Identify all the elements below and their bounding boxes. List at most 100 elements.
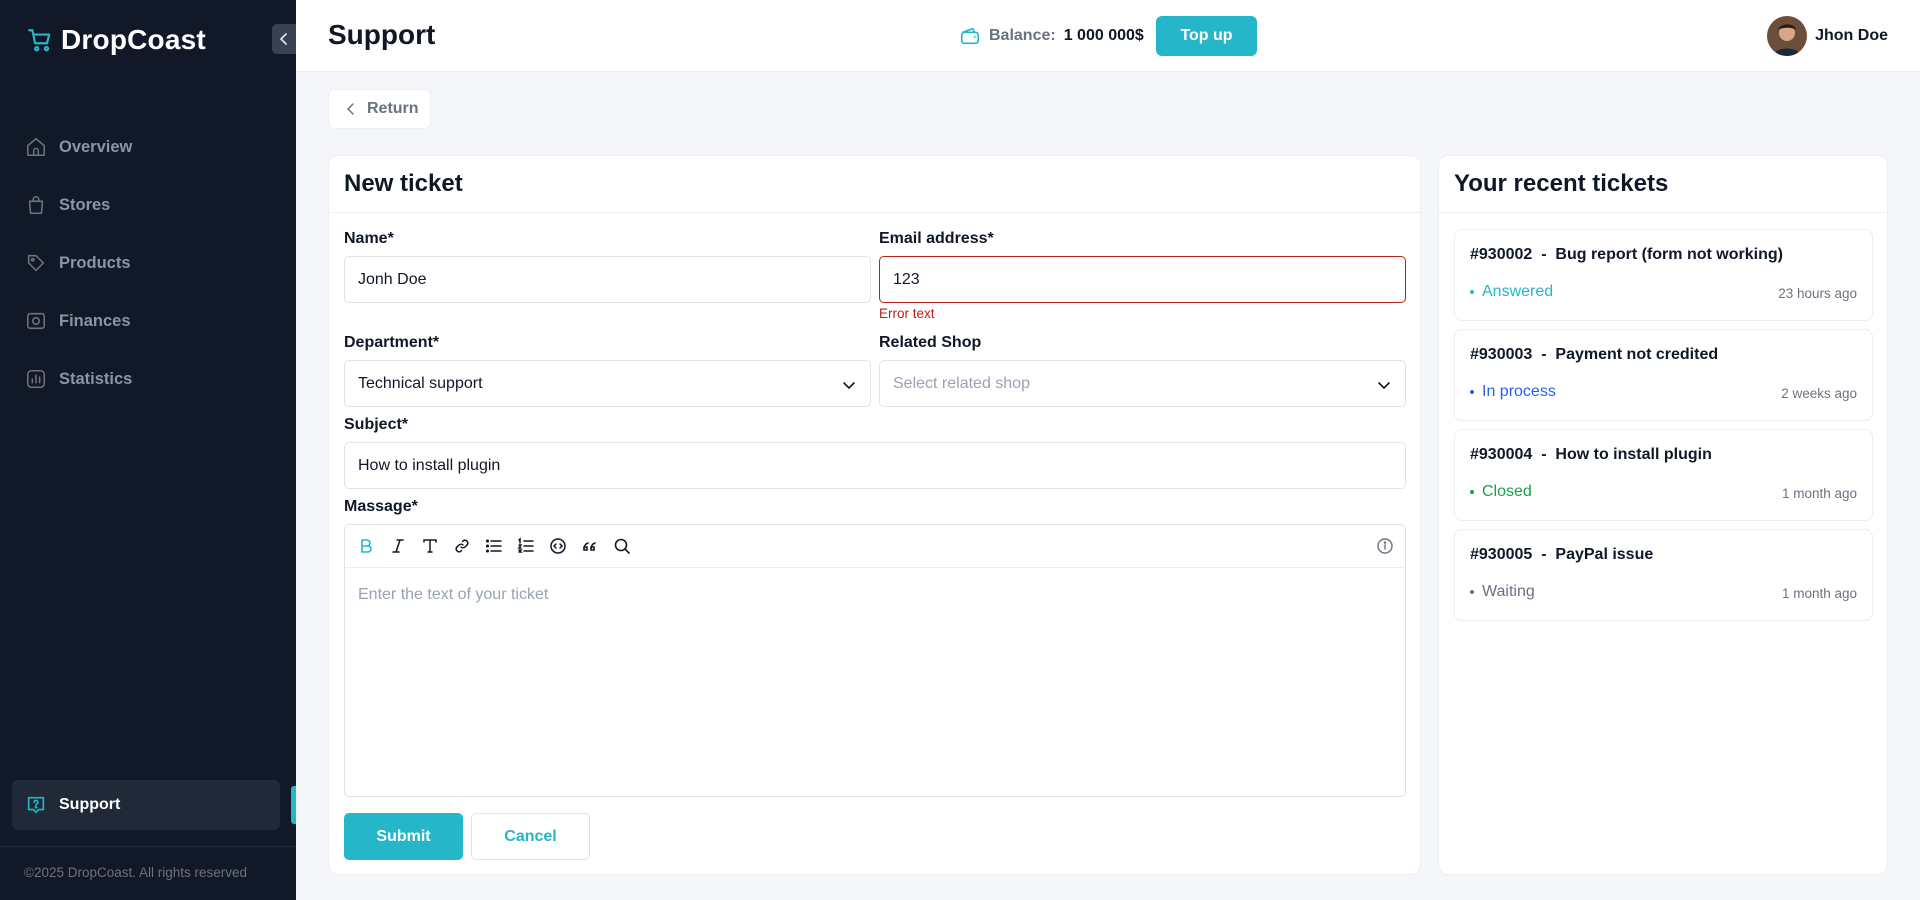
text-format-button[interactable] [420,536,440,556]
email-field[interactable]: 123 [879,256,1406,303]
bullet-list-button[interactable] [484,536,504,556]
sidebar-item-finances[interactable]: Finances [0,292,296,350]
search-button[interactable] [612,536,632,556]
related-shop-placeholder: Select related shop [893,374,1030,392]
submit-button[interactable]: Submit [344,813,463,860]
sidebar-item-support[interactable]: Support [12,780,280,830]
status-dot [1470,390,1474,394]
avatar [1767,16,1808,56]
ticket-subject: Payment not credited [1555,346,1719,363]
status-dot [1470,290,1474,294]
ticket-title: #930003 - Payment not credited [1470,346,1718,364]
sidebar-item-label: Overview [59,137,133,156]
name-field[interactable]: Jonh Doe [344,256,871,303]
link-button[interactable] [452,536,472,556]
sidebar-item-statistics[interactable]: Statistics [0,350,296,408]
app-logo[interactable]: DropCoast [27,24,206,56]
italic-icon [392,539,404,553]
sidebar-item-products[interactable]: Products [0,234,296,292]
ticket-subject: Bug report (form not working) [1555,246,1783,263]
info-button[interactable] [1375,536,1395,556]
sidebar-item-stores[interactable]: Stores [0,176,296,234]
recent-tickets-title: Your recent tickets [1454,170,1669,197]
divider [0,846,296,847]
chart-icon [26,369,46,389]
related-shop-select[interactable]: Select related shop [879,360,1406,407]
app-name: DropCoast [61,24,206,55]
avatar-image [1767,16,1808,56]
bold-button[interactable] [356,536,376,556]
message-input[interactable]: Enter the text of your ticket [358,586,548,604]
email-error-text: Error text [879,306,935,321]
quote-icon [583,542,596,551]
ticket-item[interactable]: #930003 - Payment not credited In proces… [1454,329,1873,421]
tag-icon [27,254,45,272]
message-editor: Enter the text of your ticket [344,524,1406,797]
status-label: Waiting [1482,583,1535,600]
italic-button[interactable] [388,536,408,556]
ticket-id: #930005 [1470,546,1533,563]
balance-display: Balance: 1 000 000$ [959,25,1144,47]
sidebar-item-label: Finances [59,311,131,330]
bold-icon [361,539,372,553]
sidebar: DropCoast Overview Stores Products Finan… [0,0,296,900]
divider [1439,212,1887,213]
ticket-id: #930004 [1470,446,1533,463]
ticket-time: 2 weeks ago [1781,386,1857,401]
chevron-down-icon [1378,382,1390,390]
wallet-icon [960,27,980,45]
ticket-title: #930005 - PayPal issue [1470,546,1653,564]
ticket-subject: PayPal issue [1555,546,1654,563]
user-name: Jhon Doe [1815,27,1888,44]
return-label: Return [367,100,419,117]
subject-field[interactable]: How to install plugin [344,442,1406,489]
info-icon [1377,538,1393,554]
chevron-down-icon [843,382,855,390]
chevron-left-icon [346,103,354,115]
department-select[interactable]: Technical support [344,360,871,407]
new-ticket-title: New ticket [344,170,463,197]
numbered-list-button[interactable] [516,536,536,556]
ticket-time: 23 hours ago [1778,286,1857,301]
top-up-button[interactable]: Top up [1156,16,1257,56]
bullet-list-icon [485,539,502,553]
ticket-separator: - [1541,446,1547,463]
editor-toolbar [345,525,1405,568]
subject-label: Subject* [344,416,409,433]
ticket-status: In process [1470,383,1556,401]
ticket-time: 1 month ago [1781,586,1857,601]
ticket-item[interactable]: #930004 - How to install plugin Closed 1… [1454,429,1873,521]
recent-tickets-card: Your recent tickets #930002 - Bug report… [1438,155,1888,875]
ticket-status: Closed [1470,483,1532,501]
collapse-sidebar-button[interactable] [272,24,296,54]
copyright-text: ©2025 DropCoast. All rights reserved [24,865,248,880]
sidebar-item-label: Products [59,253,131,272]
balance-label: Balance: [989,27,1056,44]
ticket-status: Waiting [1470,583,1535,601]
cancel-button[interactable]: Cancel [471,813,590,860]
ticket-separator: - [1541,246,1547,263]
chevron-left-icon [279,33,287,45]
ticket-subject: How to install plugin [1555,446,1712,463]
ticket-item[interactable]: #930002 - Bug report (form not working) … [1454,229,1873,321]
ticket-title: #930004 - How to install plugin [1470,446,1712,464]
department-value: Technical support [358,374,483,392]
code-button[interactable] [548,536,568,556]
return-button[interactable]: Return [328,89,431,129]
support-icon [27,796,45,814]
ticket-item[interactable]: #930005 - PayPal issue Waiting 1 month a… [1454,529,1873,621]
user-menu[interactable]: Jhon Doe [1767,16,1888,56]
department-label: Department* [344,334,440,351]
ticket-status: Answered [1470,283,1553,301]
quote-button[interactable] [580,536,600,556]
sidebar-item-label: Stores [59,195,111,214]
ticket-id: #930002 [1470,246,1533,263]
divider [329,212,1420,213]
ticket-separator: - [1541,546,1547,563]
ticket-id: #930003 [1470,346,1533,363]
sidebar-item-overview[interactable]: Overview [0,118,296,176]
message-label: Massage* [344,498,418,515]
sidebar-item-label: Support [59,796,121,813]
email-label: Email address* [879,230,994,247]
status-dot [1470,590,1474,594]
